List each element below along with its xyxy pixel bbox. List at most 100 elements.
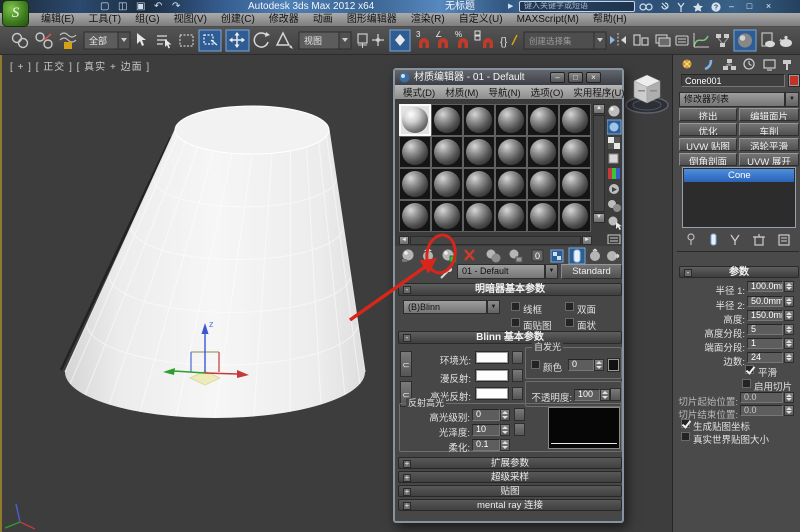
stack-item-cone[interactable]: Cone (684, 169, 794, 182)
material-slot[interactable] (527, 136, 559, 168)
menu-modifiers[interactable]: 修改器 (262, 13, 306, 26)
select-and-move-icon[interactable] (225, 29, 250, 52)
align-icon[interactable] (633, 34, 649, 46)
minimize-button[interactable]: – (725, 0, 738, 12)
modifier-button-turbosmooth[interactable]: 涡轮平滑 (739, 138, 799, 151)
menu-animation[interactable]: 动画 (306, 13, 340, 26)
material-slot[interactable] (559, 104, 591, 136)
search-input[interactable]: 键入关键字或短语 (519, 1, 635, 12)
make-unique-icon[interactable] (730, 234, 740, 245)
cap-segments-spinner[interactable] (784, 338, 794, 349)
infocenter-icons[interactable]: ? (638, 1, 723, 12)
bind-to-space-warp-icon[interactable] (59, 32, 77, 49)
video-color-check-icon[interactable] (608, 168, 620, 179)
curve-editor-icon[interactable] (693, 33, 709, 48)
material-slot[interactable] (463, 104, 495, 136)
modifier-list-dropdown-arrow[interactable]: ▼ (785, 92, 799, 107)
sample-type-icon[interactable] (608, 105, 620, 117)
save-file-icon[interactable]: ▣ (136, 0, 145, 13)
material-map-navigator-icon[interactable] (607, 234, 621, 244)
modifier-button-unwrap-uvw[interactable]: UVW 展开 (739, 153, 799, 166)
slots-scroll-left[interactable]: ◄ (399, 236, 409, 245)
select-by-material-icon[interactable] (608, 216, 623, 231)
menu-rendering[interactable]: 渲染(R) (404, 13, 452, 26)
sample-uv-tiling-icon[interactable] (608, 153, 619, 164)
show-end-result-toolbar-icon[interactable] (568, 247, 586, 264)
maps-rollout[interactable]: + 贴图 (398, 485, 622, 497)
backlight-icon[interactable] (607, 119, 622, 135)
soften-spinner[interactable] (500, 439, 510, 451)
menu-customize[interactable]: 自定义(U) (452, 13, 510, 26)
slots-hscrollbar-track[interactable] (410, 236, 581, 245)
supersampling-rollout[interactable]: + 超级采样 (398, 471, 622, 483)
extended-parameters-rollout[interactable]: + 扩展参数 (398, 457, 622, 469)
menu-tools[interactable]: 工具(T) (81, 13, 128, 26)
render-setup-icon[interactable] (761, 32, 775, 48)
selfillum-color-checkbox[interactable] (531, 360, 540, 369)
material-slot[interactable] (527, 168, 559, 200)
mat-menu-modes[interactable]: 模式(D) (398, 85, 440, 99)
reset-map-icon[interactable] (464, 249, 475, 261)
height-segments-field[interactable]: 5 (747, 324, 783, 335)
diffuse-color-swatch[interactable] (475, 369, 509, 382)
modifier-button-uvw-map[interactable]: UVW 贴图 (679, 138, 737, 151)
glossiness-spinner[interactable] (500, 424, 510, 436)
angle-snap-toggle-icon[interactable]: ∠ (435, 30, 448, 48)
modifier-button-optimize[interactable]: 优化 (679, 123, 737, 136)
material-slot[interactable] (399, 200, 431, 232)
make-material-copy-icon[interactable] (486, 249, 501, 263)
edit-named-selection-icon[interactable]: {} (500, 34, 518, 48)
object-name-field[interactable]: Cone001 (681, 74, 785, 87)
height-segments-spinner[interactable] (784, 324, 794, 335)
pin-stack-icon[interactable] (687, 233, 695, 245)
modifier-button-lathe[interactable]: 车削 (739, 123, 799, 136)
mat-menu-navigation[interactable]: 导航(N) (483, 85, 525, 99)
maximize-button[interactable]: □ (743, 0, 756, 12)
assign-material-to-selection-icon[interactable] (442, 249, 457, 263)
show-map-in-viewport-icon[interactable] (550, 249, 564, 263)
radius2-spinner[interactable] (784, 296, 794, 307)
material-slot[interactable] (495, 104, 527, 136)
named-selection-dropdown[interactable]: 创建选择集 (523, 31, 607, 50)
menu-graph-editors[interactable]: 图形编辑器 (340, 13, 404, 26)
material-slot[interactable] (463, 136, 495, 168)
selfillum-color-swatch[interactable] (607, 358, 620, 372)
mat-menu-options[interactable]: 选项(O) (526, 85, 569, 99)
slice-from-field[interactable]: 0.0 (740, 392, 783, 403)
modifier-button-bevel-profile[interactable]: 倒角剖面 (679, 153, 737, 166)
sides-spinner[interactable] (784, 352, 794, 363)
specular-level-spinner[interactable] (500, 409, 510, 421)
undo-icon[interactable]: ↶ (154, 0, 162, 13)
material-name-dropdown[interactable]: 01 - Default (457, 264, 545, 279)
material-slot[interactable] (399, 168, 431, 200)
open-file-icon[interactable]: ◫ (118, 0, 127, 13)
cap-segments-field[interactable]: 1 (747, 338, 783, 349)
new-file-icon[interactable]: ▢ (100, 0, 109, 13)
wireframe-checkbox[interactable] (511, 302, 520, 311)
ambient-map-button[interactable] (512, 351, 523, 364)
glossiness-field[interactable]: 10 (472, 424, 500, 436)
get-material-icon[interactable] (402, 249, 414, 263)
specular-color-swatch[interactable] (475, 387, 509, 400)
menu-views[interactable]: 视图(V) (167, 13, 214, 26)
close-button[interactable]: × (762, 0, 775, 12)
material-id-channel-icon[interactable]: 0 (531, 249, 544, 262)
selection-filter-dropdown[interactable]: 全部 (83, 31, 131, 50)
slice-to-spinner[interactable] (784, 405, 794, 416)
material-slot[interactable] (527, 200, 559, 232)
go-to-parent-icon[interactable] (590, 248, 600, 261)
application-menu-button[interactable]: S (2, 0, 29, 27)
select-and-link-icon[interactable] (11, 32, 29, 49)
background-icon[interactable] (608, 137, 620, 149)
radius2-field[interactable]: 50.0mm (747, 296, 783, 307)
mat-maximize-button[interactable]: □ (568, 72, 583, 83)
material-slot[interactable] (431, 136, 463, 168)
put-to-library-icon[interactable] (509, 249, 523, 263)
real-world-checkbox[interactable] (681, 432, 690, 441)
use-pivot-point-icon[interactable] (357, 33, 368, 48)
material-slot[interactable] (559, 168, 591, 200)
mat-minimize-button[interactable]: – (550, 72, 565, 83)
opacity-field[interactable]: 100 (574, 389, 600, 401)
material-slot[interactable] (495, 136, 527, 168)
slice-on-checkbox[interactable] (742, 379, 751, 388)
